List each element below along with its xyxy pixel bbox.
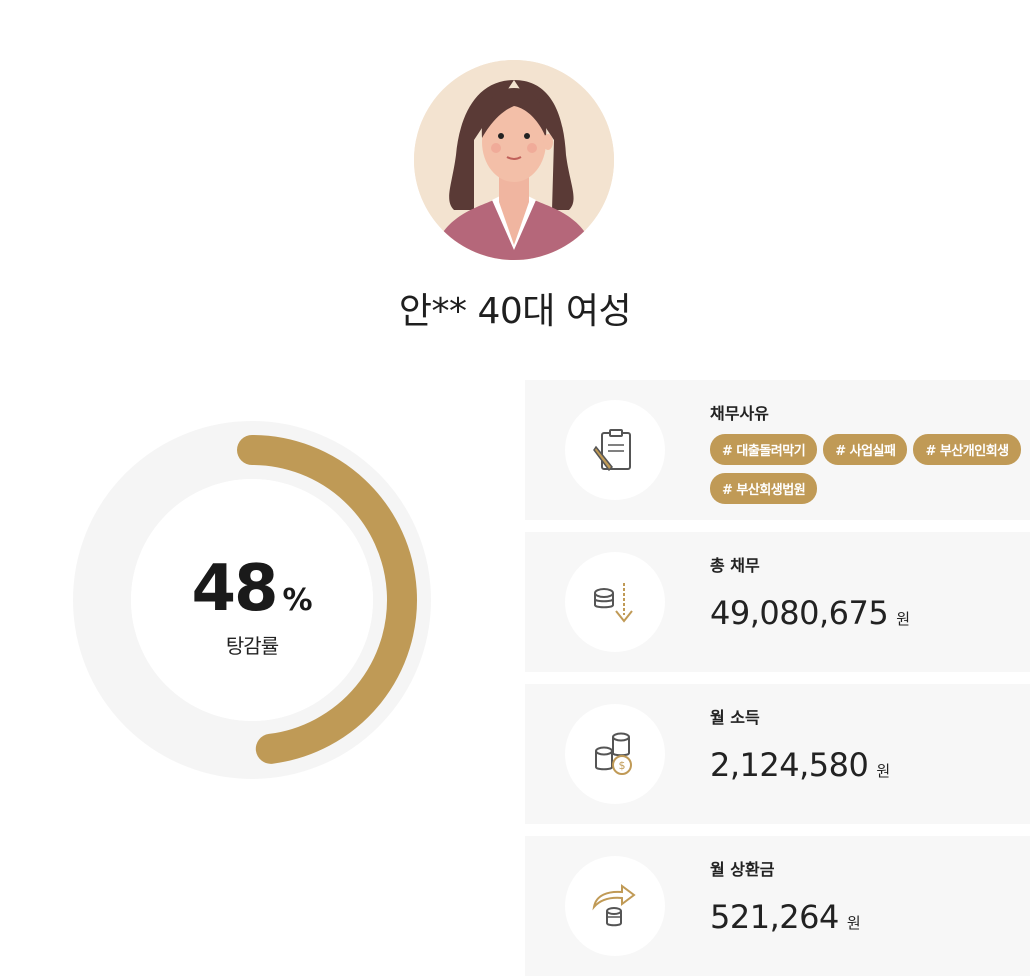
monthly-income-value: 2,124,580 원 bbox=[710, 746, 890, 784]
reason-tags: # 대출돌려막기 # 사업실패 # 부산개인회생 # 부산회생법원 bbox=[710, 434, 1030, 504]
profile-avatar bbox=[414, 60, 614, 260]
coins-repay-arrow-icon bbox=[592, 884, 636, 927]
monthly-repayment-value: 521,264 원 bbox=[710, 898, 861, 936]
currency-unit: 원 bbox=[896, 610, 910, 628]
card-label: 채무사유 bbox=[710, 404, 769, 423]
gauge-number: 48 bbox=[191, 552, 278, 626]
debt-reduction-gauge: 48% 탕감률 bbox=[72, 420, 432, 780]
card-monthly-repayment: 월 상환금 521,264 원 bbox=[525, 836, 1030, 976]
icon-circle: $ bbox=[565, 704, 665, 804]
card-total-debt: 총 채무 49,080,675 원 bbox=[525, 532, 1030, 672]
amount: 2,124,580 bbox=[710, 746, 869, 784]
woman-avatar-illustration bbox=[414, 60, 614, 260]
amount: 49,080,675 bbox=[710, 594, 889, 632]
icon-circle bbox=[565, 552, 665, 652]
icon-circle bbox=[565, 856, 665, 956]
card-label: 월 소득 bbox=[710, 708, 760, 727]
gauge-unit: % bbox=[282, 583, 313, 618]
coins-down-arrow-icon bbox=[594, 583, 633, 623]
currency-unit: 원 bbox=[876, 762, 890, 780]
tag-loan-rollover[interactable]: # 대출돌려막기 bbox=[710, 434, 818, 465]
tag-business-failure[interactable]: # 사업실패 bbox=[823, 434, 908, 465]
currency-unit: 원 bbox=[846, 914, 861, 932]
svg-text:$: $ bbox=[619, 759, 626, 772]
clipboard-pencil-icon bbox=[593, 429, 631, 472]
coins-stack-icon: $ bbox=[595, 732, 632, 775]
total-debt-value: 49,080,675 원 bbox=[710, 594, 910, 632]
amount: 521,264 bbox=[710, 898, 839, 936]
card-debt-reason: 채무사유 # 대출돌려막기 # 사업실패 # 부산개인회생 # 부산회생법원 bbox=[525, 380, 1030, 520]
icon-circle bbox=[565, 400, 665, 500]
gauge-label: 탕감률 bbox=[225, 634, 279, 658]
card-label: 총 채무 bbox=[710, 556, 760, 575]
tag-busan-court[interactable]: # 부산회생법원 bbox=[710, 473, 818, 504]
card-monthly-income: $ 월 소득 2,124,580 원 bbox=[525, 684, 1030, 824]
gauge-value: 48% bbox=[72, 552, 432, 626]
profile-title: 안** 40대 여성 bbox=[398, 291, 632, 332]
tag-busan-rehabilitation[interactable]: # 부산개인회생 bbox=[913, 434, 1021, 465]
card-label: 월 상환금 bbox=[710, 860, 775, 879]
